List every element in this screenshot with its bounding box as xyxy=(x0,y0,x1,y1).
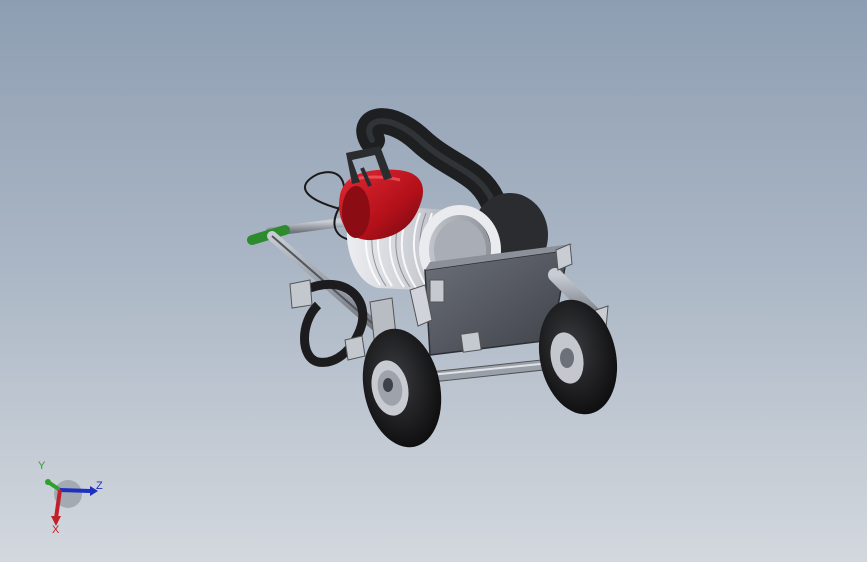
view-triad: Y Z X xyxy=(30,460,110,540)
y-axis-label: Y xyxy=(38,460,46,472)
triad-icon xyxy=(45,479,98,526)
cart-model[interactable] xyxy=(0,0,867,562)
graphics-viewport[interactable]: Y Z X xyxy=(0,0,867,562)
z-axis-label: Z xyxy=(96,480,103,492)
x-axis-label: X xyxy=(52,524,60,536)
